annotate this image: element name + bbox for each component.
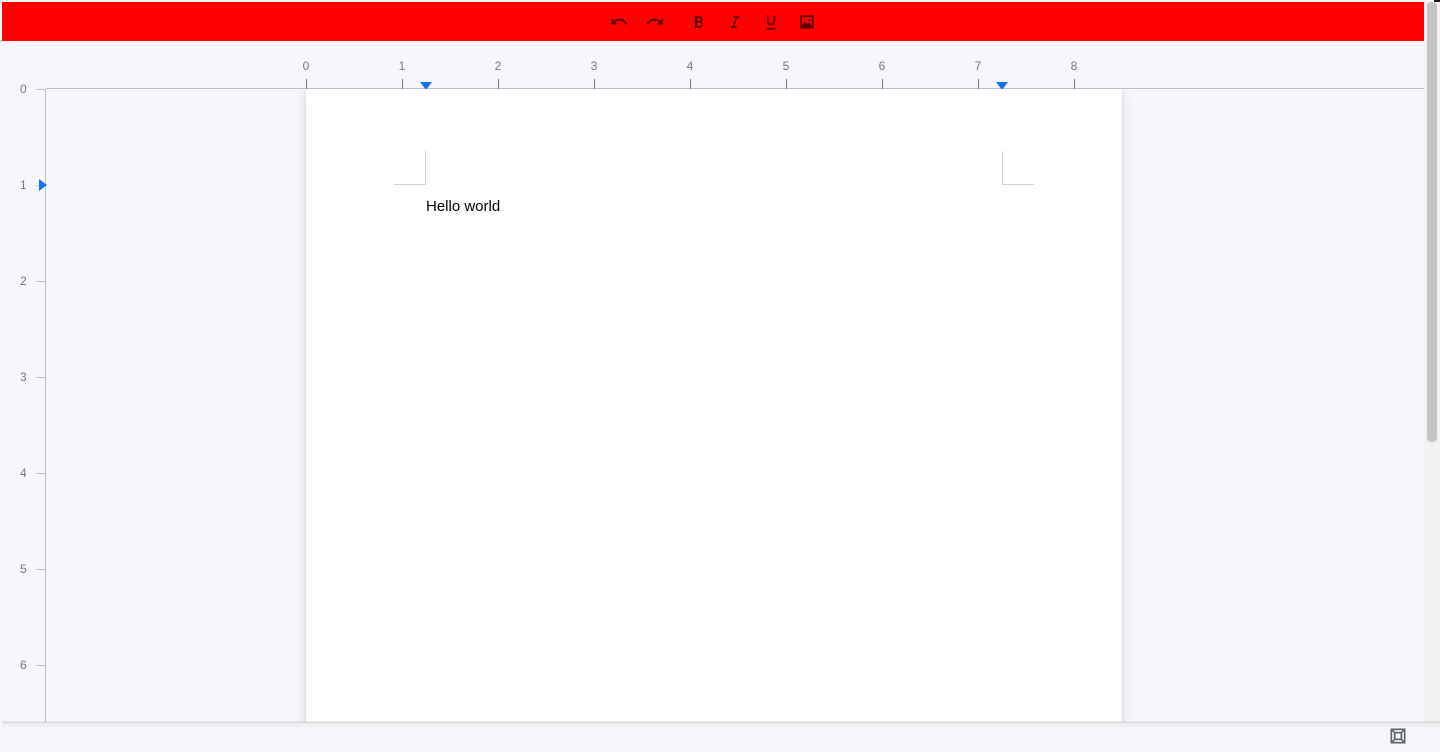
vruler-tick bbox=[36, 89, 46, 90]
explore-icon bbox=[1388, 726, 1408, 746]
scrollbar-thumb[interactable] bbox=[1427, 2, 1437, 442]
hruler-label: 8 bbox=[1071, 59, 1078, 73]
vertical-ruler[interactable]: 0123456 bbox=[2, 89, 46, 722]
document-canvas[interactable]: Hello world bbox=[46, 89, 1424, 722]
hruler-tick bbox=[786, 79, 787, 89]
margin-guide-top-left bbox=[394, 151, 426, 185]
vruler-label: 2 bbox=[20, 274, 27, 288]
hruler-tick bbox=[978, 79, 979, 89]
hruler-tick bbox=[402, 79, 403, 89]
hruler-label: 1 bbox=[399, 59, 406, 73]
vruler-label: 4 bbox=[20, 466, 27, 480]
vruler-tick bbox=[36, 569, 46, 570]
editor-workspace: 0 1 2 3 4 5 6 7 8 0 1 2 3 4 5 6 Hello world bbox=[2, 41, 1424, 722]
hruler-tick bbox=[882, 79, 883, 89]
vruler-label: 0 bbox=[20, 82, 27, 96]
document-body[interactable]: Hello world bbox=[426, 197, 1002, 217]
explore-button[interactable] bbox=[1386, 724, 1410, 748]
undo-button[interactable] bbox=[601, 4, 637, 40]
redo-button[interactable] bbox=[637, 4, 673, 40]
hruler-tick bbox=[498, 79, 499, 89]
redo-icon bbox=[645, 12, 665, 32]
bold-icon bbox=[689, 12, 709, 32]
hruler-label: 2 bbox=[495, 59, 502, 73]
insert-image-button[interactable] bbox=[789, 4, 825, 40]
hruler-label: 4 bbox=[687, 59, 694, 73]
vruler-label: 6 bbox=[20, 658, 27, 672]
vruler-tick bbox=[36, 377, 46, 378]
underline-icon bbox=[761, 12, 781, 32]
vruler-tick bbox=[36, 665, 46, 666]
document-page: Hello world bbox=[306, 89, 1122, 722]
formatting-toolbar bbox=[2, 2, 1424, 41]
vertical-scrollbar[interactable] bbox=[1424, 2, 1440, 722]
italic-button[interactable] bbox=[717, 4, 753, 40]
hruler-label: 7 bbox=[975, 59, 982, 73]
vruler-label: 1 bbox=[20, 178, 27, 192]
hruler-tick bbox=[690, 79, 691, 89]
horizontal-ruler[interactable]: 0 1 2 3 4 5 6 7 8 bbox=[2, 41, 1424, 89]
hruler-tick bbox=[1074, 79, 1075, 89]
underline-button[interactable] bbox=[753, 4, 789, 40]
vruler-label: 5 bbox=[20, 562, 27, 576]
undo-icon bbox=[609, 12, 629, 32]
canvas-bottom-shadow bbox=[2, 721, 1440, 729]
hruler-tick bbox=[594, 79, 595, 89]
hruler-label: 5 bbox=[783, 59, 790, 73]
vruler-tick bbox=[36, 473, 46, 474]
hruler-label: 0 bbox=[303, 59, 310, 73]
bottom-bar bbox=[2, 722, 1440, 752]
italic-icon bbox=[725, 12, 745, 32]
hruler-tick bbox=[306, 79, 307, 89]
hruler-label: 6 bbox=[879, 59, 886, 73]
image-icon bbox=[797, 12, 817, 32]
hruler-label: 3 bbox=[591, 59, 598, 73]
margin-guide-top-right bbox=[1002, 151, 1034, 185]
bold-button[interactable] bbox=[681, 4, 717, 40]
vruler-label: 3 bbox=[20, 370, 27, 384]
vruler-tick bbox=[36, 281, 46, 282]
